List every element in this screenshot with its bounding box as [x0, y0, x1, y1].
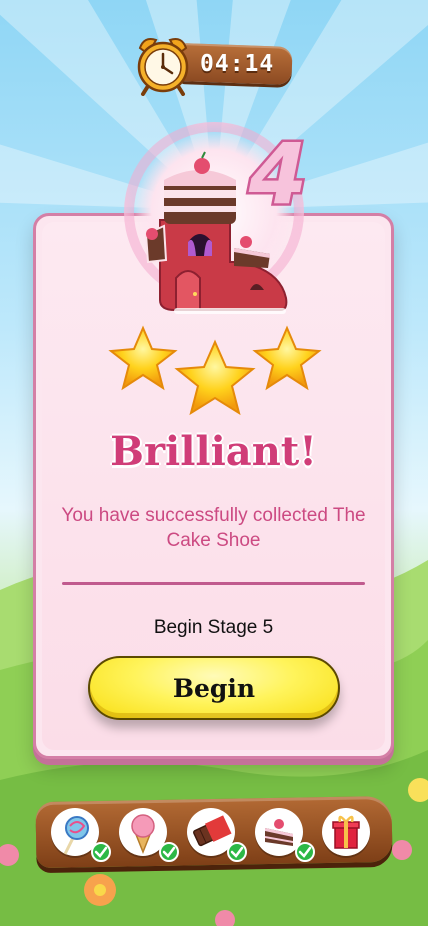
collection-slot-ice-cream[interactable] — [119, 808, 179, 862]
collection-slot-cake[interactable] — [255, 808, 315, 862]
collected-check-icon — [227, 842, 247, 862]
collected-check-icon — [159, 842, 179, 862]
rating-stars — [108, 325, 322, 416]
collection-slot-gift[interactable] — [322, 808, 370, 856]
next-stage-label: Begin Stage 5 — [153, 617, 274, 638]
result-message: You have successfully collected The Cake… — [61, 505, 366, 551]
star-icon — [252, 325, 322, 391]
collection-slot-chocolate[interactable] — [187, 808, 247, 862]
timer-value: 04:14 — [200, 51, 275, 77]
star-icon — [174, 339, 256, 416]
divider — [62, 582, 365, 585]
cake-shoe-house-icon — [144, 151, 288, 314]
begin-button[interactable]: Begin — [88, 656, 340, 720]
result-title: Brilliant! — [110, 428, 317, 475]
alarm-clock-icon — [137, 38, 189, 96]
gift-box-icon — [332, 815, 360, 849]
star-icon — [108, 325, 178, 391]
collection-slot-lollipop[interactable] — [51, 808, 111, 862]
collected-check-icon — [295, 842, 315, 862]
collected-check-icon — [91, 842, 111, 862]
